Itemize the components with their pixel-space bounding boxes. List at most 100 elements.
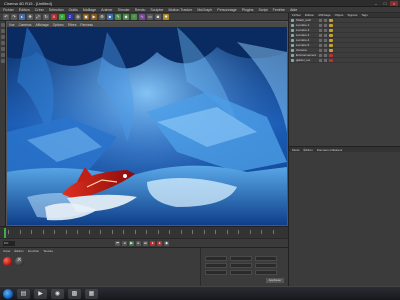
attr-menu-edit[interactable]: Édition [304, 148, 313, 152]
floor-icon[interactable]: ▭ [147, 13, 153, 20]
taskbar-explorer-icon[interactable]: ▤ [17, 288, 30, 299]
position-x-field[interactable] [205, 256, 227, 261]
taskbar-media-icon[interactable]: ▶ [34, 288, 47, 299]
prev-frame-icon[interactable]: ◂ [122, 240, 127, 246]
maximize-button[interactable]: □ [381, 1, 389, 6]
material-red-swatch[interactable] [3, 257, 12, 266]
select-icon[interactable]: ▸ [19, 13, 25, 20]
menu-sculpt[interactable]: Sculpter [150, 8, 163, 12]
size-z-field[interactable] [230, 270, 252, 275]
enable-toggle[interactable] [324, 53, 327, 57]
object-tag-icon[interactable] [329, 38, 333, 42]
taskbar-cinema4d-icon[interactable]: ◉ [51, 288, 64, 299]
mat-menu-texture[interactable]: Texture [43, 249, 53, 253]
deformer-icon[interactable]: ∿ [139, 13, 145, 20]
mat-menu-function[interactable]: Fonction [28, 249, 40, 253]
position-z-field[interactable] [205, 270, 227, 275]
object-tag-icon[interactable] [329, 23, 333, 27]
visibility-toggle[interactable] [319, 28, 322, 32]
undo-icon[interactable]: ↶ [3, 13, 9, 20]
array-icon[interactable]: ⁘ [131, 13, 137, 20]
light-icon[interactable]: ✹ [163, 13, 169, 20]
world-icon[interactable]: ◍ [75, 13, 81, 20]
enable-toggle[interactable] [324, 23, 327, 27]
points-mode-icon[interactable] [0, 41, 5, 45]
apply-button[interactable]: Appliquer [266, 278, 284, 283]
menu-mograph[interactable]: MoGraph [197, 8, 212, 12]
close-button[interactable]: × [390, 1, 398, 6]
polygons-mode-icon[interactable] [0, 53, 5, 57]
menu-window[interactable]: Fenêtre [273, 8, 285, 12]
enable-toggle[interactable] [324, 33, 327, 37]
om-menu-file[interactable]: Fichier [292, 13, 301, 17]
enable-toggle[interactable] [324, 58, 327, 62]
menu-mesh[interactable]: Maillage [83, 8, 96, 12]
taskbar-folder-icon[interactable]: ▦ [85, 288, 98, 299]
object-tag-icon[interactable] [329, 33, 333, 37]
viewport-menu-options[interactable]: Options [53, 23, 64, 27]
rotation-b-field[interactable] [255, 270, 277, 275]
snap-icon[interactable] [0, 59, 5, 63]
viewport-menu-filter[interactable]: Filtres [68, 23, 77, 27]
om-menu-bookmarks[interactable]: Signets [347, 13, 357, 17]
scale-icon[interactable]: ⤢ [35, 13, 41, 20]
position-y-field[interactable] [205, 263, 227, 268]
menu-file[interactable]: Fichier [3, 8, 14, 12]
rotation-p-field[interactable] [255, 263, 277, 268]
subdivide-icon[interactable]: ◆ [123, 13, 129, 20]
object-row[interactable]: glacier_ice [289, 58, 400, 63]
visibility-toggle[interactable] [319, 38, 322, 42]
menu-render[interactable]: Rendu [135, 8, 146, 12]
size-y-field[interactable] [230, 263, 252, 268]
menu-edit[interactable]: Édition [19, 8, 30, 12]
camera-icon[interactable]: ◙ [155, 13, 161, 20]
viewport-menu-cameras[interactable]: Caméras [19, 23, 32, 27]
axis-mode-icon[interactable] [0, 35, 5, 39]
menu-motion-tracker[interactable]: Motion Tracker [169, 8, 193, 12]
menu-simulate[interactable]: Simuler [118, 8, 130, 12]
rotation-h-field[interactable] [255, 256, 277, 261]
om-menu-tags[interactable]: Tags [361, 13, 367, 17]
mat-menu-edit[interactable]: Édition [15, 249, 24, 253]
render-view-icon[interactable]: ▣ [83, 13, 89, 20]
viewport-menu-view[interactable]: Vue [9, 23, 15, 27]
menu-script[interactable]: Script [258, 8, 267, 12]
attr-menu-user-data[interactable]: Données utilisateur [317, 148, 343, 152]
enable-toggle[interactable] [324, 43, 327, 47]
enable-toggle[interactable] [324, 48, 327, 52]
render-settings-icon[interactable]: ⚙ [99, 13, 105, 20]
viewport-menu-display[interactable]: Affichage [36, 23, 49, 27]
om-menu-objects[interactable]: Objets [335, 13, 344, 17]
om-menu-view[interactable]: Affichage [318, 13, 330, 17]
timeline-playhead[interactable] [4, 228, 6, 238]
model-mode-icon[interactable] [0, 23, 5, 27]
menu-character[interactable]: Personnage [217, 8, 236, 12]
render-icon[interactable]: ▶ [91, 13, 97, 20]
visibility-toggle[interactable] [319, 58, 322, 62]
rotate-icon[interactable]: ↻ [43, 13, 49, 20]
size-x-field[interactable] [230, 256, 252, 261]
visibility-toggle[interactable] [319, 53, 322, 57]
enable-toggle[interactable] [324, 38, 327, 42]
menu-help[interactable]: Aide [290, 8, 297, 12]
go-to-end-icon[interactable]: ⏭ [143, 240, 148, 246]
visibility-toggle[interactable] [319, 43, 322, 47]
viewport-menu-panel[interactable]: Panneau [80, 23, 93, 27]
visibility-toggle[interactable] [319, 23, 322, 27]
object-tag-icon[interactable] [329, 18, 333, 22]
menu-tools[interactable]: Outils [69, 8, 78, 12]
record-icon[interactable]: ● [150, 240, 155, 246]
edges-mode-icon[interactable] [0, 47, 5, 51]
texture-mode-icon[interactable] [0, 29, 5, 33]
enable-toggle[interactable] [324, 18, 327, 22]
redo-icon[interactable]: ↷ [11, 13, 17, 20]
viewport[interactable]: Vue Caméras Affichage Options Filtres Pa… [6, 21, 288, 226]
om-menu-edit[interactable]: Édition [305, 13, 314, 17]
visibility-toggle[interactable] [319, 33, 322, 37]
visibility-toggle[interactable] [319, 18, 322, 22]
cube-icon[interactable]: ■ [107, 13, 113, 20]
play-icon[interactable]: ▶ [129, 240, 134, 246]
y-axis-icon[interactable]: Y [59, 13, 65, 20]
object-tag-icon[interactable] [329, 28, 333, 32]
next-frame-icon[interactable]: ▸ [136, 240, 141, 246]
